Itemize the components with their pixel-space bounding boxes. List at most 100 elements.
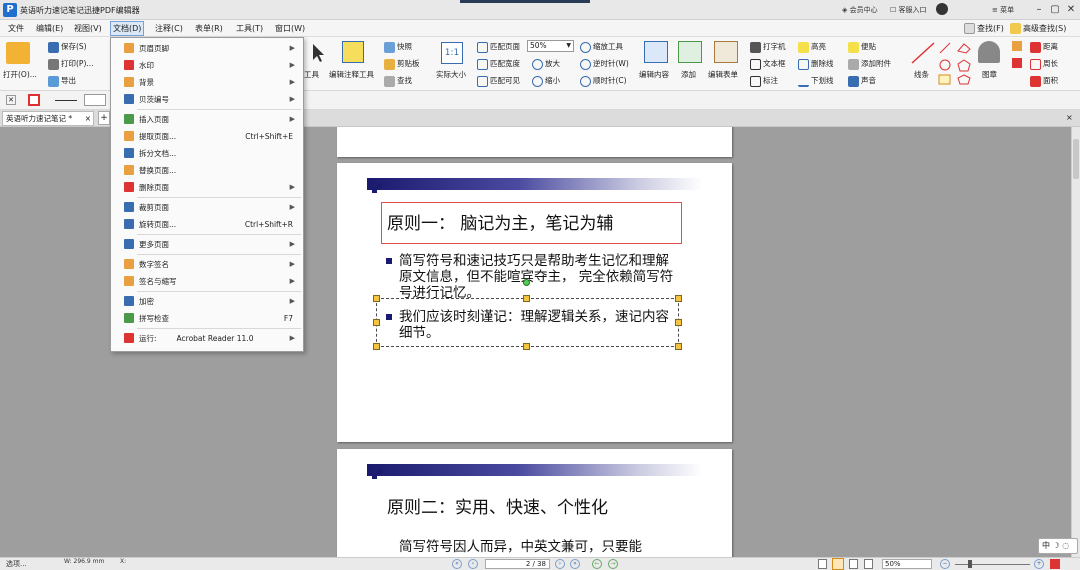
close-tab-icon[interactable]: × [85, 112, 91, 125]
new-tab-icon[interactable]: + [98, 111, 110, 125]
facing-view-icon[interactable] [849, 559, 858, 569]
find-button[interactable]: 查找(F) [962, 23, 1006, 34]
zoom-slider[interactable] [955, 564, 1030, 565]
resize-handle[interactable] [373, 295, 380, 302]
resize-handle[interactable] [675, 343, 682, 350]
last-page-icon[interactable]: » [570, 559, 580, 569]
snapshot-button[interactable]: 快照 [384, 41, 412, 53]
typewriter-button[interactable]: 打字机 [750, 41, 786, 53]
fit-visible-button[interactable]: 匹配可见 [477, 75, 520, 87]
edit-content-button[interactable]: 编辑内容 [639, 69, 669, 80]
document-menu-item[interactable]: 拼写检查 F7 [111, 310, 303, 327]
zoom-tool-button[interactable]: 缩放工具 [580, 41, 623, 53]
save-button[interactable]: 保存(S) [48, 41, 87, 53]
resize-handle[interactable] [675, 319, 682, 326]
fit-page-button[interactable]: 匹配页面 [477, 41, 520, 53]
document-menu-item[interactable]: 背景 ▶ [111, 74, 303, 91]
shapes-palette[interactable] [938, 41, 972, 85]
page-number-input[interactable]: 2 / 38 [485, 559, 550, 569]
document-menu-item[interactable]: 加密 ▶ [111, 293, 303, 310]
document-menu-item[interactable]: 签名与缩写 ▶ [111, 273, 303, 290]
rotate-ccw-button[interactable]: 逆时针(W) [580, 58, 629, 70]
vertical-scrollbar[interactable] [1071, 127, 1080, 557]
add-button[interactable]: 添加 [681, 69, 696, 80]
find-tool-button[interactable]: 查找 [384, 75, 412, 87]
advanced-find-button[interactable]: 高级查找(S) [1008, 23, 1068, 34]
zoom-out-icon[interactable]: − [940, 559, 950, 569]
document-menu-item[interactable]: 更多页面 ▶ [111, 236, 303, 253]
pencil-icon[interactable] [1012, 58, 1022, 68]
line-icon[interactable] [910, 41, 936, 65]
strikeout-button[interactable]: 删除线 [798, 58, 834, 70]
menu-edit[interactable]: 编辑(E) [34, 23, 65, 34]
actual-size-icon[interactable]: 1:1 [441, 42, 463, 64]
zoom-out-button[interactable]: 缩小 [532, 75, 560, 87]
resize-handle[interactable] [675, 295, 682, 302]
actual-size-button[interactable]: 实际大小 [436, 69, 466, 80]
menu-window[interactable]: 窗口(W) [273, 23, 307, 34]
menu-document[interactable]: 文档(D) [110, 21, 145, 36]
document-menu-item[interactable]: 提取页面... Ctrl+Shift+E [111, 128, 303, 145]
options-button[interactable]: 选项... [6, 559, 27, 569]
fit-width-button[interactable]: 匹配宽度 [477, 58, 520, 70]
edit-form-icon[interactable] [714, 41, 738, 63]
perimeter-button[interactable]: 周长 [1030, 58, 1058, 70]
zoom-slider-thumb[interactable] [968, 560, 972, 568]
attach-button[interactable]: 添加附件 [848, 58, 891, 70]
add-icon[interactable] [678, 41, 702, 63]
stamp-icon[interactable] [978, 41, 1000, 63]
tab-document[interactable]: 英语听力速记笔记 * × [2, 111, 94, 126]
document-menu-item[interactable]: 插入页面 ▶ [111, 111, 303, 128]
resize-handle[interactable] [373, 343, 380, 350]
lines-button[interactable]: 线条 [914, 69, 929, 80]
document-menu-item[interactable]: 替换页面... [111, 162, 303, 179]
maximize-icon[interactable]: ▢ [1048, 3, 1062, 17]
stamp-button[interactable]: 图章 [982, 69, 997, 80]
prev-page-icon[interactable]: ‹ [468, 559, 478, 569]
note-button[interactable]: 便贴 [848, 41, 876, 53]
eraser-icon[interactable] [1012, 41, 1022, 51]
document-menu-item[interactable]: 页眉页脚 ▶ [111, 40, 303, 57]
select-tool-icon[interactable] [310, 42, 324, 64]
member-center-link[interactable]: ◈ 会员中心 [842, 5, 878, 15]
no-fill-icon[interactable]: ✕ [6, 95, 16, 105]
line-width-select[interactable] [84, 94, 106, 106]
select-tool-label[interactable]: 工具 [304, 69, 319, 80]
export-button[interactable]: 导出 [48, 75, 76, 87]
edit-form-button[interactable]: 编辑表单 [708, 69, 738, 80]
callout-button[interactable]: 标注 [750, 75, 778, 87]
document-menu-item[interactable]: 旋转页面... Ctrl+Shift+R [111, 216, 303, 233]
open-button[interactable]: 打开(O)... [3, 69, 37, 80]
scroll-thumb[interactable] [1073, 139, 1079, 179]
edit-content-icon[interactable] [644, 41, 668, 63]
rotate-cw-button[interactable]: 顺时针(C) [580, 75, 627, 87]
menu-view[interactable]: 视图(V) [72, 23, 104, 34]
sound-button[interactable]: 声音 [848, 75, 876, 87]
area-button[interactable]: 面积 [1030, 75, 1058, 87]
zoom-in-icon[interactable]: + [1034, 559, 1044, 569]
menu-tools[interactable]: 工具(T) [234, 23, 265, 34]
resize-handle[interactable] [373, 319, 380, 326]
textbox-button[interactable]: 文本框 [750, 58, 786, 70]
distance-button[interactable]: 距离 [1030, 41, 1058, 53]
resize-handle[interactable] [523, 295, 530, 302]
menu-button[interactable]: ≡ 菜单 [992, 5, 1014, 15]
next-page-icon[interactable]: › [555, 559, 565, 569]
first-page-icon[interactable]: « [452, 559, 462, 569]
underline-button[interactable]: 下划线 [798, 75, 834, 87]
menu-comment[interactable]: 注释(C) [153, 23, 185, 34]
single-page-view-icon[interactable] [818, 559, 827, 569]
open-folder-icon[interactable] [6, 42, 30, 64]
highlight-button[interactable]: 高亮 [798, 41, 826, 53]
continuous-view-icon[interactable] [832, 558, 844, 570]
print-button[interactable]: 打印(P)... [48, 58, 94, 70]
menu-file[interactable]: 文件 [6, 23, 26, 34]
close-icon[interactable]: ✕ [1064, 3, 1078, 17]
resize-handle[interactable] [523, 343, 530, 350]
document-menu-item[interactable]: 删除页面 ▶ [111, 179, 303, 196]
rotate-handle[interactable] [523, 279, 530, 286]
document-menu-item[interactable]: 拆分文档... [111, 145, 303, 162]
menu-form[interactable]: 表单(R) [193, 23, 225, 34]
stroke-color-swatch[interactable] [28, 94, 40, 106]
zoom-select[interactable]: 50% ▼ [527, 40, 574, 52]
